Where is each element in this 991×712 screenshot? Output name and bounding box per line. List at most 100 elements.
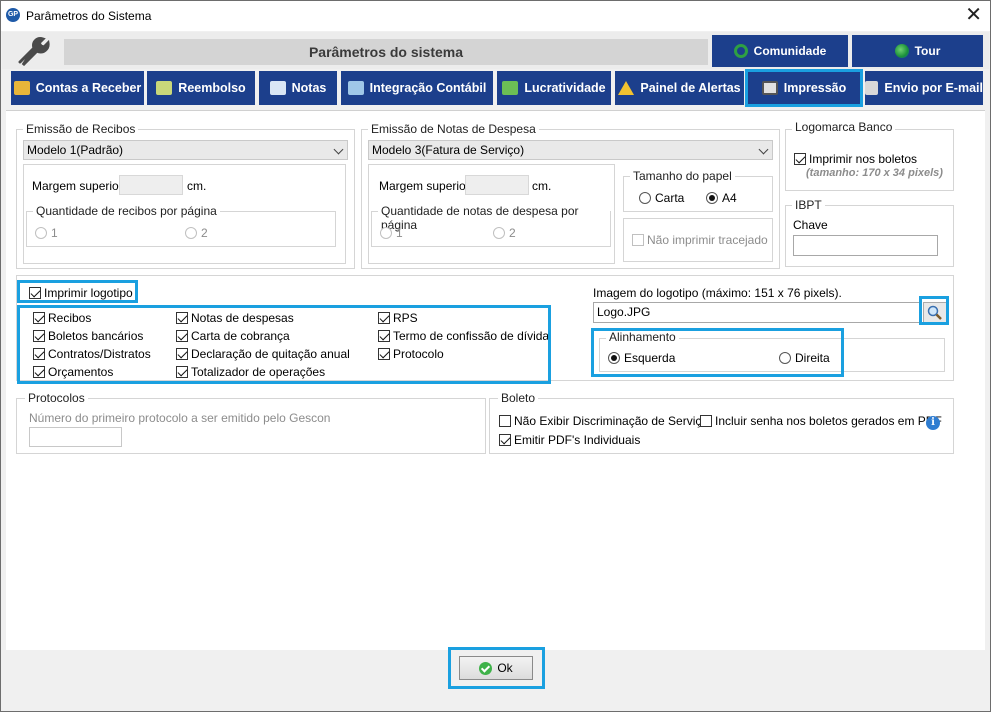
recibos-legend: Emissão de Recibos [23, 122, 139, 136]
boleto-legend: Boleto [498, 391, 539, 405]
recibos-inner-group: Margem superior cm. Quantidade de recibo… [23, 164, 346, 264]
notas-qty-1-radio[interactable]: 1 [380, 226, 403, 240]
logotipo-group: Imprimir logotipo Recibos Notas de despe… [16, 275, 954, 381]
tab-label: Contas a Receber [35, 81, 142, 95]
community-button[interactable]: Comunidade [712, 35, 848, 67]
notas-margin-input[interactable] [465, 175, 529, 195]
tab-impressao[interactable]: Impressão [745, 69, 863, 107]
notas-qty-2-radio[interactable]: 2 [493, 226, 516, 240]
recibos-margin-input[interactable] [119, 175, 183, 195]
tab-painel-de-alertas[interactable]: Painel de Alertas [615, 71, 744, 105]
community-icon [733, 44, 748, 58]
chevron-down-icon [333, 144, 344, 155]
logo-contratos-checkbox[interactable]: Contratos/Distratos [33, 347, 151, 361]
logomarca-size-hint: (tamanho: 170 x 34 pixels) [806, 167, 943, 179]
print-on-boletos-checkbox[interactable]: Imprimir nos boletos [794, 152, 917, 166]
recibos-group: Emissão de Recibos Modelo 1(Padrão) Marg… [16, 122, 355, 269]
logo-totalizador-checkbox[interactable]: Totalizador de operações [176, 365, 325, 379]
logo-image-input[interactable]: Logo.JPG [593, 302, 921, 323]
paper-size-legend: Tamanho do papel [630, 169, 735, 183]
logo-rps-checkbox[interactable]: RPS [378, 311, 418, 325]
ibpt-group: IBPT Chave [785, 198, 954, 267]
tab-lucratividade[interactable]: Lucratividade [497, 71, 611, 105]
notas-margin-label: Margem superior [379, 179, 470, 193]
logo-orcamentos-checkbox[interactable]: Orçamentos [33, 365, 113, 379]
recibos-qty-1-radio[interactable]: 1 [35, 226, 58, 240]
close-icon[interactable]: ✕ [965, 4, 982, 26]
recibos-qty-2-radio[interactable]: 2 [185, 226, 208, 240]
app-logo-icon: GP [6, 8, 20, 22]
chevron-down-icon [758, 144, 769, 155]
printer-icon [761, 81, 778, 95]
money-icon [502, 81, 519, 95]
cart-icon [156, 81, 173, 95]
documents-icon [269, 81, 286, 95]
logo-protocolo-checkbox[interactable]: Protocolo [378, 347, 444, 361]
paper-a4-radio[interactable]: A4 [706, 191, 737, 205]
ibpt-key-input[interactable] [793, 235, 938, 256]
envelope-icon [865, 81, 879, 95]
tracejado-group: Não imprimir tracejado [623, 218, 773, 262]
protocolos-group: Protocolos Número do primeiro protocolo … [16, 391, 486, 454]
logo-recibos-checkbox[interactable]: Recibos [33, 311, 91, 325]
tab-envio-por-email[interactable]: Envio por E-mail [865, 71, 983, 105]
recibos-margin-label: Margem superior [32, 179, 123, 193]
logo-termo-confissao-checkbox[interactable]: Termo de confissão de dívida [378, 329, 549, 343]
ok-button[interactable]: Ok [459, 656, 533, 680]
logo-boletos-checkbox[interactable]: Boletos bancários [33, 329, 143, 343]
notas-margin-unit: cm. [532, 179, 552, 193]
protocol-number-input[interactable] [29, 427, 122, 447]
tab-contas-a-receber[interactable]: Contas a Receber [11, 71, 144, 105]
recibos-margin-unit: cm. [187, 179, 207, 193]
logo-declaracao-checkbox[interactable]: Declaração de quitação anual [176, 347, 350, 361]
tour-label: Tour [914, 44, 941, 58]
tab-label: Impressão [783, 81, 847, 95]
warning-icon [618, 81, 635, 95]
protocolos-legend: Protocolos [25, 391, 88, 405]
no-discrimination-checkbox[interactable]: Não Exibir Discriminação de Serviço [499, 414, 708, 428]
logomarca-group: Logomarca Banco Imprimir nos boletos (ta… [785, 120, 954, 191]
header-bar: Parâmetros do sistema Comunidade Tour [2, 32, 989, 69]
tab-notas[interactable]: Notas [259, 71, 337, 105]
tour-button[interactable]: Tour [852, 35, 983, 67]
info-icon[interactable]: i [926, 416, 940, 430]
logo-carta-cobranca-checkbox[interactable]: Carta de cobrança [176, 329, 290, 343]
browse-logo-button[interactable] [923, 302, 947, 324]
community-label: Comunidade [753, 44, 827, 58]
coins-icon [13, 81, 30, 95]
content-panel: Emissão de Recibos Modelo 1(Padrão) Marg… [6, 110, 985, 650]
recibos-model-value: Modelo 1(Padrão) [27, 143, 124, 157]
recibos-qty-group: Quantidade de recibos por página 1 2 [26, 204, 336, 247]
globe-icon [894, 44, 909, 58]
notas-model-value: Modelo 3(Fatura de Serviço) [372, 143, 525, 157]
tab-label: Integração Contábil [369, 81, 487, 95]
boleto-group: Boleto Não Exibir Discriminação de Servi… [489, 391, 954, 454]
align-left-radio[interactable]: Esquerda [608, 351, 675, 365]
include-password-checkbox[interactable]: Incluir senha nos boletos gerados em PDF [700, 414, 942, 428]
alignment-legend: Alinhamento [606, 330, 679, 344]
parameters-window: GP Parâmetros do Sistema ✕ Parâmetros do… [0, 0, 991, 712]
individual-pdf-checkbox[interactable]: Emitir PDF's Individuais [499, 433, 640, 447]
tab-integracao-contabil[interactable]: Integração Contábil [341, 71, 493, 105]
recibos-qty-legend: Quantidade de recibos por página [33, 204, 220, 218]
notas-qty-group: Quantidade de notas de despesa por págin… [371, 204, 611, 247]
notas-model-select[interactable]: Modelo 3(Fatura de Serviço) [368, 140, 773, 160]
logo-notas-despesas-checkbox[interactable]: Notas de despesas [176, 311, 294, 325]
align-right-radio[interactable]: Direita [779, 351, 830, 365]
print-logo-checkbox[interactable]: Imprimir logotipo [29, 286, 133, 300]
protocolos-hint: Número do primeiro protocolo a ser emiti… [29, 411, 331, 425]
no-dash-checkbox[interactable]: Não imprimir tracejado [632, 233, 768, 247]
window-title: Parâmetros do Sistema [26, 9, 152, 23]
tab-reembolso[interactable]: Reembolso [147, 71, 255, 105]
paper-carta-radio[interactable]: Carta [639, 191, 684, 205]
tab-bar: Contas a Receber Reembolso Notas Integra… [2, 69, 989, 107]
notas-despesa-group: Emissão de Notas de Despesa Modelo 3(Fat… [361, 122, 780, 269]
recibos-model-select[interactable]: Modelo 1(Padrão) [23, 140, 348, 160]
alignment-group: Alinhamento Esquerda Direita [599, 330, 945, 372]
magnifier-icon [927, 305, 942, 320]
tab-label: Notas [291, 81, 327, 95]
ok-label: Ok [497, 661, 513, 675]
wrench-icon [18, 37, 50, 66]
logo-image-label: Imagem do logotipo (máximo: 151 x 76 pix… [593, 286, 842, 300]
ibpt-legend: IBPT [792, 198, 825, 212]
